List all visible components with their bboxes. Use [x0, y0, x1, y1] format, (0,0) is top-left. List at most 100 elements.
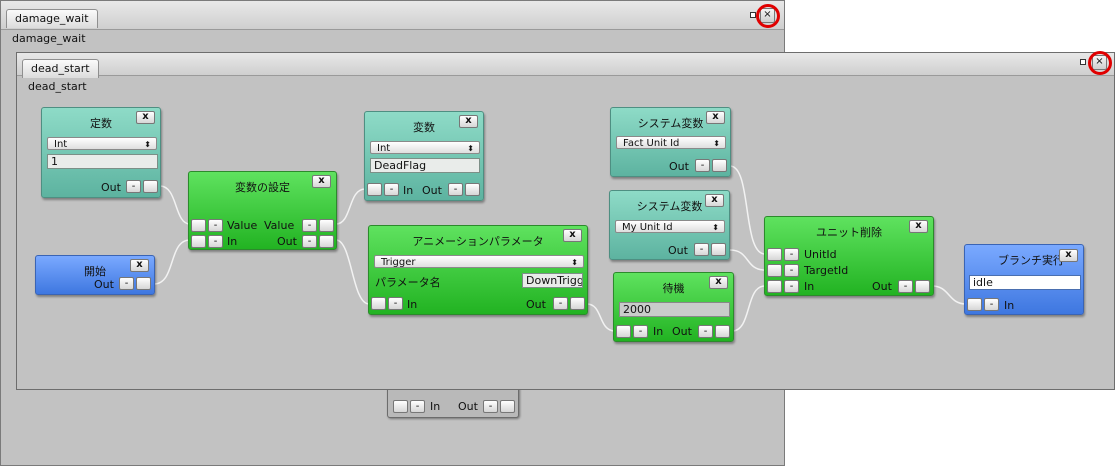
variable-node[interactable]: 変数 x Int ⬍ DeadFlag - In Out - — [364, 111, 484, 201]
set-variable-out-port[interactable] — [319, 235, 334, 248]
set-variable-value-in-label: Value — [227, 219, 258, 232]
system-variable-fact-out-minus[interactable]: - — [695, 159, 710, 172]
wait-in-port[interactable] — [616, 325, 631, 338]
inner-minimize-icon[interactable] — [1080, 59, 1086, 65]
outer-window-subtitle: damage_wait — [12, 32, 86, 45]
unit-delete-unitid-port[interactable] — [767, 248, 782, 261]
system-variable-my-value: My Unit Id — [622, 222, 673, 233]
const-node-close-button[interactable]: x — [136, 111, 155, 124]
variable-in-port[interactable] — [367, 183, 382, 196]
set-variable-out-minus[interactable]: - — [302, 235, 317, 248]
set-variable-value-out-port[interactable] — [319, 219, 334, 232]
set-variable-in-port[interactable] — [191, 235, 206, 248]
set-variable-in-minus[interactable]: - — [208, 235, 223, 248]
unit-delete-targetid-minus[interactable]: - — [784, 264, 799, 277]
outer-in-label: In — [430, 400, 441, 413]
animation-parameter-name-label: パラメータ名 — [375, 276, 441, 289]
outer-window-titlebar — [1, 1, 784, 30]
dropdown-arrows-icon: ⬍ — [144, 140, 151, 149]
set-variable-value-out-minus[interactable]: - — [302, 219, 317, 232]
outer-out-port[interactable] — [500, 400, 515, 413]
unit-delete-in-label: In — [804, 280, 815, 293]
wait-out-port[interactable] — [715, 325, 730, 338]
outer-close-button[interactable]: × — [760, 8, 775, 23]
const-type-dropdown[interactable]: Int ⬍ — [47, 137, 157, 150]
variable-out-minus[interactable]: - — [448, 183, 463, 196]
branch-execute-node-close-button[interactable]: x — [1059, 249, 1078, 262]
system-variable-my-dropdown[interactable]: My Unit Id ⬍ — [615, 220, 725, 233]
animation-parameter-type-value: Trigger — [381, 257, 416, 268]
unit-delete-targetid-port[interactable] — [767, 264, 782, 277]
const-out-minus[interactable]: - — [126, 180, 141, 193]
const-value-field[interactable]: 1 — [47, 154, 158, 169]
system-variable-my-out-minus[interactable]: - — [694, 243, 709, 256]
unit-delete-out-minus[interactable]: - — [898, 280, 913, 293]
animation-parameter-node[interactable]: アニメーションパラメータ x Trigger ⬍ パラメータ名 DownTrig… — [368, 225, 588, 315]
animation-parameter-node-close-button[interactable]: x — [563, 229, 582, 242]
wait-out-minus[interactable]: - — [698, 325, 713, 338]
wait-in-minus[interactable]: - — [633, 325, 648, 338]
start-out-minus[interactable]: - — [119, 277, 134, 290]
set-variable-out-label: Out — [277, 235, 297, 248]
system-variable-fact-dropdown[interactable]: Fact Unit Id ⬍ — [616, 136, 726, 149]
dropdown-arrows-icon: ⬍ — [713, 139, 720, 148]
animation-parameter-type-dropdown[interactable]: Trigger ⬍ — [374, 255, 584, 268]
unit-delete-node-close-button[interactable]: x — [909, 220, 928, 233]
unit-delete-out-port[interactable] — [915, 280, 930, 293]
variable-out-port[interactable] — [465, 183, 480, 196]
animation-parameter-in-label: In — [407, 298, 418, 311]
wait-out-label: Out — [672, 325, 692, 338]
set-variable-node-close-button[interactable]: x — [312, 175, 331, 188]
unit-delete-node[interactable]: ユニット削除 x - UnitId - TargetId - In Out - — [764, 216, 934, 296]
variable-type-dropdown[interactable]: Int ⬍ — [370, 141, 480, 154]
animation-parameter-out-minus[interactable]: - — [553, 297, 568, 310]
unit-delete-out-label: Out — [872, 280, 892, 293]
branch-execute-name-field[interactable]: idle — [969, 275, 1081, 290]
system-variable-fact-node[interactable]: システム変数 x Fact Unit Id ⬍ Out - — [610, 107, 731, 177]
tab-dead-start[interactable]: dead_start — [22, 59, 99, 78]
outer-out-label: Out — [458, 400, 478, 413]
outer-in-port[interactable] — [393, 400, 408, 413]
branch-execute-in-port[interactable] — [967, 298, 982, 311]
branch-execute-node[interactable]: ブランチ実行 x idle - In — [964, 244, 1084, 315]
const-out-port[interactable] — [143, 180, 158, 193]
branch-execute-in-minus[interactable]: - — [984, 298, 999, 311]
start-out-port[interactable] — [136, 277, 151, 290]
inner-graph-window: dead_start dead_start × — [16, 51, 1115, 390]
system-variable-fact-node-close-button[interactable]: x — [706, 111, 725, 124]
start-node-close-button[interactable]: x — [130, 259, 149, 272]
unit-delete-in-minus[interactable]: - — [784, 280, 799, 293]
wait-duration-field[interactable]: 2000 — [619, 302, 730, 317]
system-variable-fact-out-label: Out — [669, 160, 689, 173]
outer-out-minus[interactable]: - — [483, 400, 498, 413]
variable-in-minus[interactable]: - — [384, 183, 399, 196]
set-variable-node[interactable]: 変数の設定 x - Value Value - - In Out - — [188, 171, 337, 250]
wait-node[interactable]: 待機 x 2000 - In Out - — [613, 272, 734, 342]
variable-node-close-button[interactable]: x — [459, 115, 478, 128]
outer-minimize-icon[interactable] — [750, 12, 756, 18]
set-variable-value-in-port[interactable] — [191, 219, 206, 232]
dropdown-arrows-icon: ⬍ — [571, 258, 578, 267]
unit-delete-targetid-label: TargetId — [804, 264, 849, 277]
dropdown-arrows-icon: ⬍ — [467, 144, 474, 153]
tab-damage-wait[interactable]: damage_wait — [6, 9, 98, 28]
system-variable-fact-out-port[interactable] — [712, 159, 727, 172]
branch-execute-in-label: In — [1004, 299, 1015, 312]
const-node[interactable]: 定数 x Int ⬍ 1 Out - — [41, 107, 161, 198]
animation-parameter-in-minus[interactable]: - — [388, 297, 403, 310]
variable-name-field[interactable]: DeadFlag — [370, 158, 480, 173]
outer-in-minus[interactable]: - — [410, 400, 425, 413]
unit-delete-in-port[interactable] — [767, 280, 782, 293]
system-variable-my-node-close-button[interactable]: x — [705, 194, 724, 207]
system-variable-my-out-port[interactable] — [711, 243, 726, 256]
variable-type-value: Int — [377, 143, 391, 154]
unit-delete-unitid-minus[interactable]: - — [784, 248, 799, 261]
inner-close-button[interactable]: × — [1092, 55, 1107, 70]
system-variable-my-node[interactable]: システム変数 x My Unit Id ⬍ Out - — [609, 190, 730, 260]
animation-parameter-name-field[interactable]: DownTrigger — [522, 273, 583, 288]
animation-parameter-out-port[interactable] — [570, 297, 585, 310]
start-node[interactable]: 開始 x Out - — [35, 255, 155, 295]
set-variable-value-in-minus[interactable]: - — [208, 219, 223, 232]
animation-parameter-in-port[interactable] — [371, 297, 386, 310]
wait-node-close-button[interactable]: x — [709, 276, 728, 289]
